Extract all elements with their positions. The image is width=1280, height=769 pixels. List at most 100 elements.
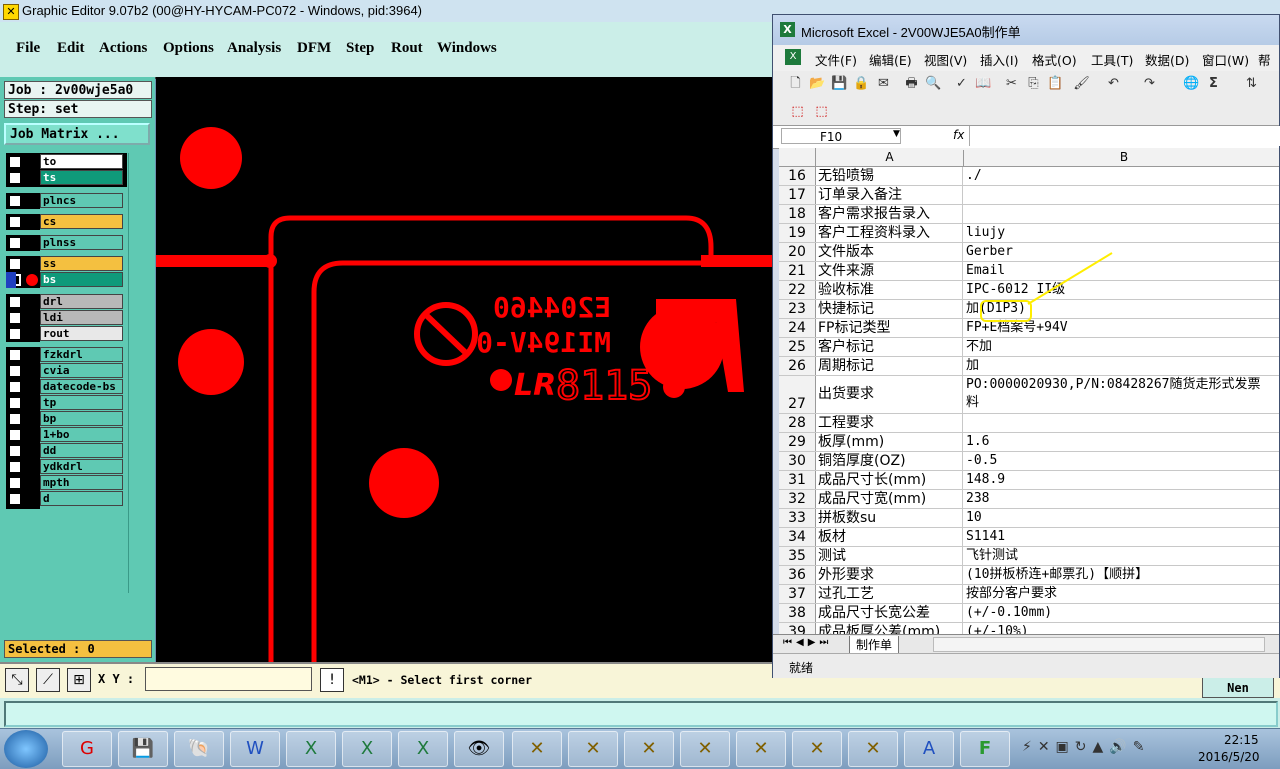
cell-b[interactable]: IPC-6012 II级 xyxy=(964,281,1279,299)
layer-checkbox[interactable] xyxy=(9,258,21,270)
format-painter-icon[interactable]: 🖌 xyxy=(1073,76,1090,92)
cell-b[interactable]: 10 xyxy=(964,509,1279,527)
cell-a[interactable]: 验收标准 xyxy=(816,281,963,299)
xl-menu-view[interactable]: 视图(V) xyxy=(924,50,967,69)
start-button[interactable] xyxy=(4,730,48,768)
redo-icon[interactable]: ↷ xyxy=(1141,76,1158,92)
table-row[interactable]: 36 外形要求 (10拼板桥连+邮票孔)【顺拼】 xyxy=(779,566,1279,585)
table-row[interactable]: 28 工程要求 xyxy=(779,414,1279,433)
cell-a[interactable]: 文件来源 xyxy=(816,262,963,280)
taskbar-ge-icon[interactable]: ✕ xyxy=(568,731,618,767)
cell-a[interactable]: FP标记类型 xyxy=(816,319,963,337)
autosum-icon[interactable]: Σ xyxy=(1205,76,1222,92)
taskbar-word-icon[interactable]: W xyxy=(230,731,280,767)
cell-b[interactable]: (+/-0.10mm) xyxy=(964,604,1279,622)
layer-row[interactable]: ldi xyxy=(6,310,127,326)
cell-a[interactable]: 客户标记 xyxy=(816,338,963,356)
cell-b[interactable] xyxy=(964,414,1279,432)
cell-b[interactable]: Email xyxy=(964,262,1279,280)
research-icon[interactable]: 📖 xyxy=(975,76,992,92)
cell-b[interactable]: 1.6 xyxy=(964,433,1279,451)
row-number[interactable]: 28 xyxy=(779,414,816,432)
pdf-convert-icon[interactable]: ⬚ xyxy=(789,104,806,120)
cell-a[interactable]: 成品尺寸长宽公差 xyxy=(816,604,963,622)
cell-a[interactable]: 无铅喷锡 xyxy=(816,167,963,185)
layer-scrollbar[interactable] xyxy=(128,153,153,593)
cell-b[interactable]: PO:0000020930,P/N:08428267随货走形式发票料 xyxy=(964,376,1279,413)
cut-icon[interactable]: ✂ xyxy=(1003,76,1020,92)
layer-checkbox[interactable] xyxy=(9,296,21,308)
menu-options[interactable]: Options xyxy=(163,40,214,57)
menu-rout[interactable]: Rout xyxy=(391,40,423,57)
row-number[interactable]: 32 xyxy=(779,490,816,508)
layer-row[interactable]: to xyxy=(6,154,127,170)
layer-checkbox[interactable] xyxy=(9,172,21,184)
grid-snap-icon[interactable]: ⊞ xyxy=(67,668,91,692)
cell-a[interactable]: 外形要求 xyxy=(816,566,963,584)
row-number[interactable]: 22 xyxy=(779,281,816,299)
diagonal-tool-icon[interactable]: ⟋ xyxy=(36,668,60,692)
table-row[interactable]: 18 客户需求报告录入 xyxy=(779,205,1279,224)
layer-checkbox[interactable] xyxy=(9,477,21,489)
layer-checkbox[interactable] xyxy=(9,413,21,425)
layer-checkbox[interactable] xyxy=(9,365,21,377)
table-row[interactable]: 32 成品尺寸宽(mm) 238 xyxy=(779,490,1279,509)
row-number[interactable]: 36 xyxy=(779,566,816,584)
cell-a[interactable]: 客户需求报告录入 xyxy=(816,205,963,223)
permission-icon[interactable]: 🔒 xyxy=(853,76,870,92)
table-row[interactable]: 34 板材 S1141 xyxy=(779,528,1279,547)
cell-b[interactable]: 加 xyxy=(964,357,1279,375)
pdf-email-icon[interactable]: ⬚ xyxy=(813,104,830,120)
row-number[interactable]: 34 xyxy=(779,528,816,546)
layer-row[interactable]: plncs xyxy=(6,193,127,209)
layer-row[interactable]: cvia xyxy=(6,363,127,379)
menu-edit[interactable]: Edit xyxy=(57,40,85,57)
row-number[interactable]: 25 xyxy=(779,338,816,356)
spelling-icon[interactable]: ✓ xyxy=(953,76,970,92)
cell-a[interactable]: 板厚(mm) xyxy=(816,433,963,451)
taskbar-save-icon[interactable]: 💾 xyxy=(118,731,168,767)
table-row[interactable]: 25 客户标记 不加 xyxy=(779,338,1279,357)
layer-checkbox[interactable] xyxy=(9,156,21,168)
menu-file[interactable]: File xyxy=(16,40,40,57)
fx-icon[interactable]: fx xyxy=(953,128,964,142)
cell-b[interactable]: 238 xyxy=(964,490,1279,508)
xy-input[interactable] xyxy=(145,667,312,691)
taskbar-ge-icon[interactable]: ✕ xyxy=(624,731,674,767)
menu-actions[interactable]: Actions xyxy=(99,40,147,57)
email-icon[interactable]: ✉ xyxy=(875,76,892,92)
row-number[interactable]: 23 xyxy=(779,300,816,318)
taskbar-excel-icon[interactable]: X xyxy=(342,731,392,767)
alert-icon[interactable]: ! xyxy=(320,668,344,692)
cell-a[interactable]: 出货要求 xyxy=(816,376,963,413)
cell-a[interactable]: 过孔工艺 xyxy=(816,585,963,603)
cell-b[interactable]: Gerber xyxy=(964,243,1279,261)
layer-checkbox[interactable] xyxy=(9,237,21,249)
taskbar-app-icon[interactable]: G xyxy=(62,731,112,767)
layer-checkbox[interactable] xyxy=(9,493,21,505)
graphic-canvas[interactable]: E204460 MI194V-0 LR 8115 xyxy=(156,77,776,662)
cell-a[interactable]: 成品板厚公差(mm) xyxy=(816,623,963,634)
layer-row[interactable]: dd xyxy=(6,443,127,459)
formula-input[interactable] xyxy=(969,126,1280,146)
row-number[interactable]: 38 xyxy=(779,604,816,622)
layer-checkbox[interactable] xyxy=(9,216,21,228)
cell-a[interactable]: 铜箔厚度(OZ) xyxy=(816,452,963,470)
tray-icons[interactable]: ⚡✕▣↻▲🔊✎ xyxy=(1022,739,1150,755)
row-number[interactable]: 37 xyxy=(779,585,816,603)
cell-b[interactable]: (+/-10%) xyxy=(964,623,1279,634)
row-number[interactable]: 18 xyxy=(779,205,816,223)
layer-checkbox[interactable] xyxy=(9,328,21,340)
row-number[interactable]: 31 xyxy=(779,471,816,489)
xl-menu-data[interactable]: 数据(D) xyxy=(1145,50,1189,69)
col-header-a[interactable]: A xyxy=(816,150,964,166)
taskbar-ge-icon[interactable]: ✕ xyxy=(512,731,562,767)
print-preview-icon[interactable]: 🔍 xyxy=(925,76,942,92)
table-row[interactable]: 17 订单录入备注 xyxy=(779,186,1279,205)
cell-a[interactable]: 成品尺寸长(mm) xyxy=(816,471,963,489)
h-scrollbar[interactable] xyxy=(933,637,1265,652)
cell-a[interactable]: 快捷标记 xyxy=(816,300,963,318)
table-row[interactable]: 16 无铅喷锡 ./ xyxy=(779,167,1279,186)
table-row[interactable]: 35 测试 飞针测试 xyxy=(779,547,1279,566)
cell-b[interactable]: 不加 xyxy=(964,338,1279,356)
